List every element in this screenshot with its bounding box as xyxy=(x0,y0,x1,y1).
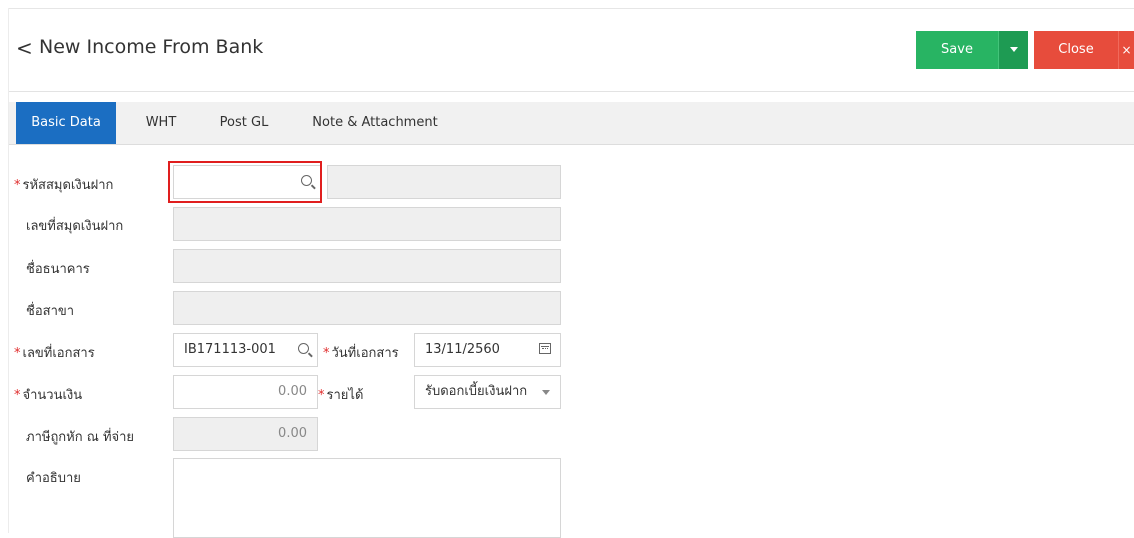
income-value: รับดอกเบี้ยเงินฝาก xyxy=(425,384,528,399)
bank-name-field xyxy=(173,249,561,283)
doc-no-value: IB171113-001 xyxy=(184,342,276,357)
save-button[interactable]: Save xyxy=(916,31,998,69)
bank-book-code-label-text: รหัสสมุดเงินฝาก xyxy=(22,178,114,193)
income-label-text: รายได้ xyxy=(326,388,364,403)
doc-date-value: 13/11/2560 xyxy=(425,342,500,357)
bank-book-name-field xyxy=(327,165,561,199)
required-marker: * xyxy=(318,388,325,403)
back-icon[interactable]: < xyxy=(16,36,33,60)
income-label: * รายได้ xyxy=(318,384,363,405)
bank-book-no-field xyxy=(173,207,561,241)
tab-note-attachment[interactable]: Note & Attachment xyxy=(305,102,445,144)
save-options-button[interactable] xyxy=(998,31,1028,69)
required-marker: * xyxy=(323,346,330,361)
wht-label: ภาษีถูกหัก ณ ที่จ่าย xyxy=(26,430,135,445)
close-button[interactable]: Close xyxy=(1034,31,1118,69)
branch-name-field xyxy=(173,291,561,325)
wht-field: 0.00 xyxy=(173,417,318,451)
description-textarea[interactable] xyxy=(173,458,561,538)
doc-date-input[interactable]: 13/11/2560 xyxy=(414,333,561,367)
income-select[interactable]: รับดอกเบี้ยเงินฝาก xyxy=(414,375,561,409)
required-marker: * xyxy=(14,346,21,361)
highlight-box xyxy=(168,161,322,203)
chevron-down-icon xyxy=(542,390,550,395)
doc-no-label-text: เลขที่เอกสาร xyxy=(22,346,95,361)
calendar-icon[interactable] xyxy=(539,343,551,354)
tab-bar: Basic Data WHT Post GL Note & Attachment xyxy=(9,102,1134,145)
page-title: New Income From Bank xyxy=(39,36,264,58)
description-label: คำอธิบาย xyxy=(26,471,81,486)
doc-date-label: * วันที่เอกสาร xyxy=(323,342,399,363)
search-icon[interactable] xyxy=(298,343,309,354)
bank-book-no-label: เลขที่สมุดเงินฝาก xyxy=(26,219,124,234)
doc-date-label-text: วันที่เอกสาร xyxy=(331,346,399,361)
required-marker: * xyxy=(14,388,21,403)
bank-name-label: ชื่อธนาคาร xyxy=(26,262,90,277)
required-marker: * xyxy=(14,178,21,193)
chevron-down-icon xyxy=(1009,47,1018,52)
tab-basic-data[interactable]: Basic Data xyxy=(16,102,116,144)
amount-input[interactable]: 0.00 xyxy=(173,375,318,409)
branch-name-label: ชื่อสาขา xyxy=(26,304,75,319)
doc-no-label: * เลขที่เอกสาร xyxy=(14,342,95,363)
tab-post-gl[interactable]: Post GL xyxy=(207,102,281,144)
page-header: < New Income From Bank Save Close × xyxy=(9,9,1134,92)
tab-wht[interactable]: WHT xyxy=(133,102,189,144)
close-icon[interactable]: × xyxy=(1118,31,1134,69)
bank-book-code-label: * รหัสสมุดเงินฝาก xyxy=(14,174,113,195)
amount-label: * จำนวนเงิน xyxy=(14,384,82,405)
doc-no-input[interactable]: IB171113-001 xyxy=(173,333,318,367)
amount-label-text: จำนวนเงิน xyxy=(22,388,83,403)
